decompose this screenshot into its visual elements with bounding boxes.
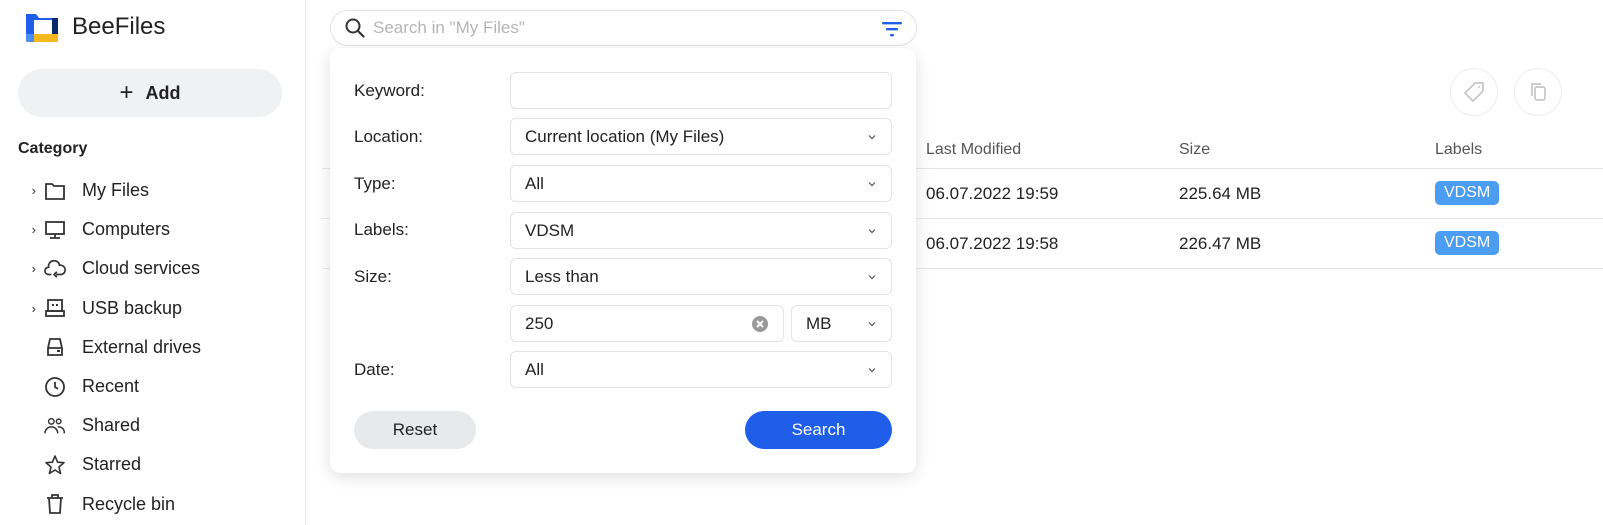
hard-drive-icon — [44, 336, 66, 358]
advanced-search-panel: Keyword: Location: Current location (My … — [330, 48, 916, 473]
plus-icon: + — [119, 79, 134, 106]
reset-button[interactable]: Reset — [354, 411, 476, 449]
trash-icon — [44, 493, 66, 515]
cell-size: 226.47 MB — [1179, 234, 1262, 253]
cell-last-modified: 06.07.2022 19:58 — [926, 234, 1059, 253]
beefiles-logo-icon — [26, 14, 58, 42]
sidebar-item-label: Recent — [82, 376, 140, 397]
category-nav: › My Files › Computers › Cloud services … — [0, 171, 306, 524]
sidebar-item-shared[interactable]: Shared — [0, 406, 306, 445]
chevron-down-icon — [868, 274, 876, 279]
chevron-down-icon — [868, 134, 876, 139]
column-header-last-modified[interactable]: Last Modified — [926, 141, 1021, 159]
chevron-down-icon — [868, 228, 876, 233]
search-bar — [330, 10, 917, 46]
size-label: Size: — [354, 267, 392, 286]
copy-button[interactable] — [1514, 68, 1562, 116]
sidebar-item-recent[interactable]: Recent — [0, 367, 306, 406]
chevron-right-icon[interactable]: › — [0, 183, 44, 198]
type-label: Type: — [354, 174, 396, 193]
sidebar-item-starred[interactable]: Starred — [0, 445, 306, 484]
sidebar-item-my-files[interactable]: › My Files — [0, 171, 306, 210]
sidebar-item-label: Computers — [82, 219, 171, 240]
add-label: Add — [145, 82, 181, 103]
chevron-right-icon[interactable]: › — [0, 301, 44, 316]
keyword-input[interactable] — [510, 72, 892, 109]
sidebar-item-label: Recycle bin — [82, 493, 176, 514]
label-badge[interactable]: VDSM — [1435, 181, 1500, 205]
usb-icon — [44, 297, 66, 319]
sidebar-item-label: Starred — [82, 454, 142, 475]
date-label: Date: — [354, 360, 395, 379]
tag-button[interactable] — [1450, 68, 1498, 116]
column-header-labels[interactable]: Labels — [1435, 141, 1482, 159]
labels-label: Labels: — [354, 220, 409, 239]
search-icon — [345, 18, 365, 38]
chevron-right-icon[interactable]: › — [0, 222, 44, 237]
category-title: Category — [18, 140, 88, 157]
sidebar-item-label: Cloud services — [82, 258, 201, 279]
labels-select[interactable]: VDSM — [510, 212, 892, 249]
star-icon — [44, 454, 66, 476]
chevron-down-icon — [868, 367, 876, 372]
clock-icon — [44, 376, 66, 398]
folder-icon — [44, 180, 66, 202]
cloud-sync-icon — [44, 258, 66, 280]
monitor-icon — [44, 219, 66, 241]
sidebar-item-computers[interactable]: › Computers — [0, 210, 306, 249]
tag-icon — [1464, 82, 1484, 102]
sidebar-item-label: External drives — [82, 336, 202, 357]
sidebar-item-label: Shared — [82, 415, 141, 436]
users-icon — [44, 415, 66, 437]
filter-icon[interactable] — [882, 20, 902, 38]
size-amount-input[interactable]: 250 — [510, 305, 784, 342]
sidebar-item-usb-backup[interactable]: › USB backup — [0, 289, 306, 328]
chevron-down-icon — [868, 181, 876, 186]
add-button[interactable]: + Add — [18, 69, 282, 117]
copy-icon — [1531, 83, 1546, 101]
search-input[interactable] — [373, 18, 853, 38]
label-badge[interactable]: VDSM — [1435, 231, 1500, 255]
sidebar-item-label: USB backup — [82, 297, 183, 318]
chevron-right-icon[interactable]: › — [0, 261, 44, 276]
clear-icon[interactable] — [751, 315, 769, 333]
keyword-label: Keyword: — [354, 81, 425, 100]
cell-last-modified: 06.07.2022 19:59 — [926, 184, 1059, 203]
sidebar-item-cloud-services[interactable]: › Cloud services — [0, 249, 306, 288]
size-unit-select[interactable]: MB — [791, 305, 892, 342]
sidebar-item-external-drives[interactable]: External drives — [0, 328, 306, 367]
sidebar: BeeFiles + Add Category › My Files › Com… — [0, 0, 306, 525]
search-button[interactable]: Search — [745, 411, 892, 449]
location-select[interactable]: Current location (My Files) — [510, 118, 892, 155]
cell-size: 225.64 MB — [1179, 184, 1262, 203]
brand[interactable]: BeeFiles — [26, 12, 165, 42]
chevron-down-icon — [868, 321, 876, 326]
column-header-size[interactable]: Size — [1179, 141, 1210, 159]
app-title: BeeFiles — [72, 13, 166, 40]
type-select[interactable]: All — [510, 165, 892, 202]
date-select[interactable]: All — [510, 351, 892, 388]
sidebar-item-recycle-bin[interactable]: Recycle bin — [0, 485, 306, 524]
sidebar-item-label: My Files — [82, 180, 149, 201]
size-condition-select[interactable]: Less than — [510, 258, 892, 295]
location-label: Location: — [354, 127, 423, 146]
